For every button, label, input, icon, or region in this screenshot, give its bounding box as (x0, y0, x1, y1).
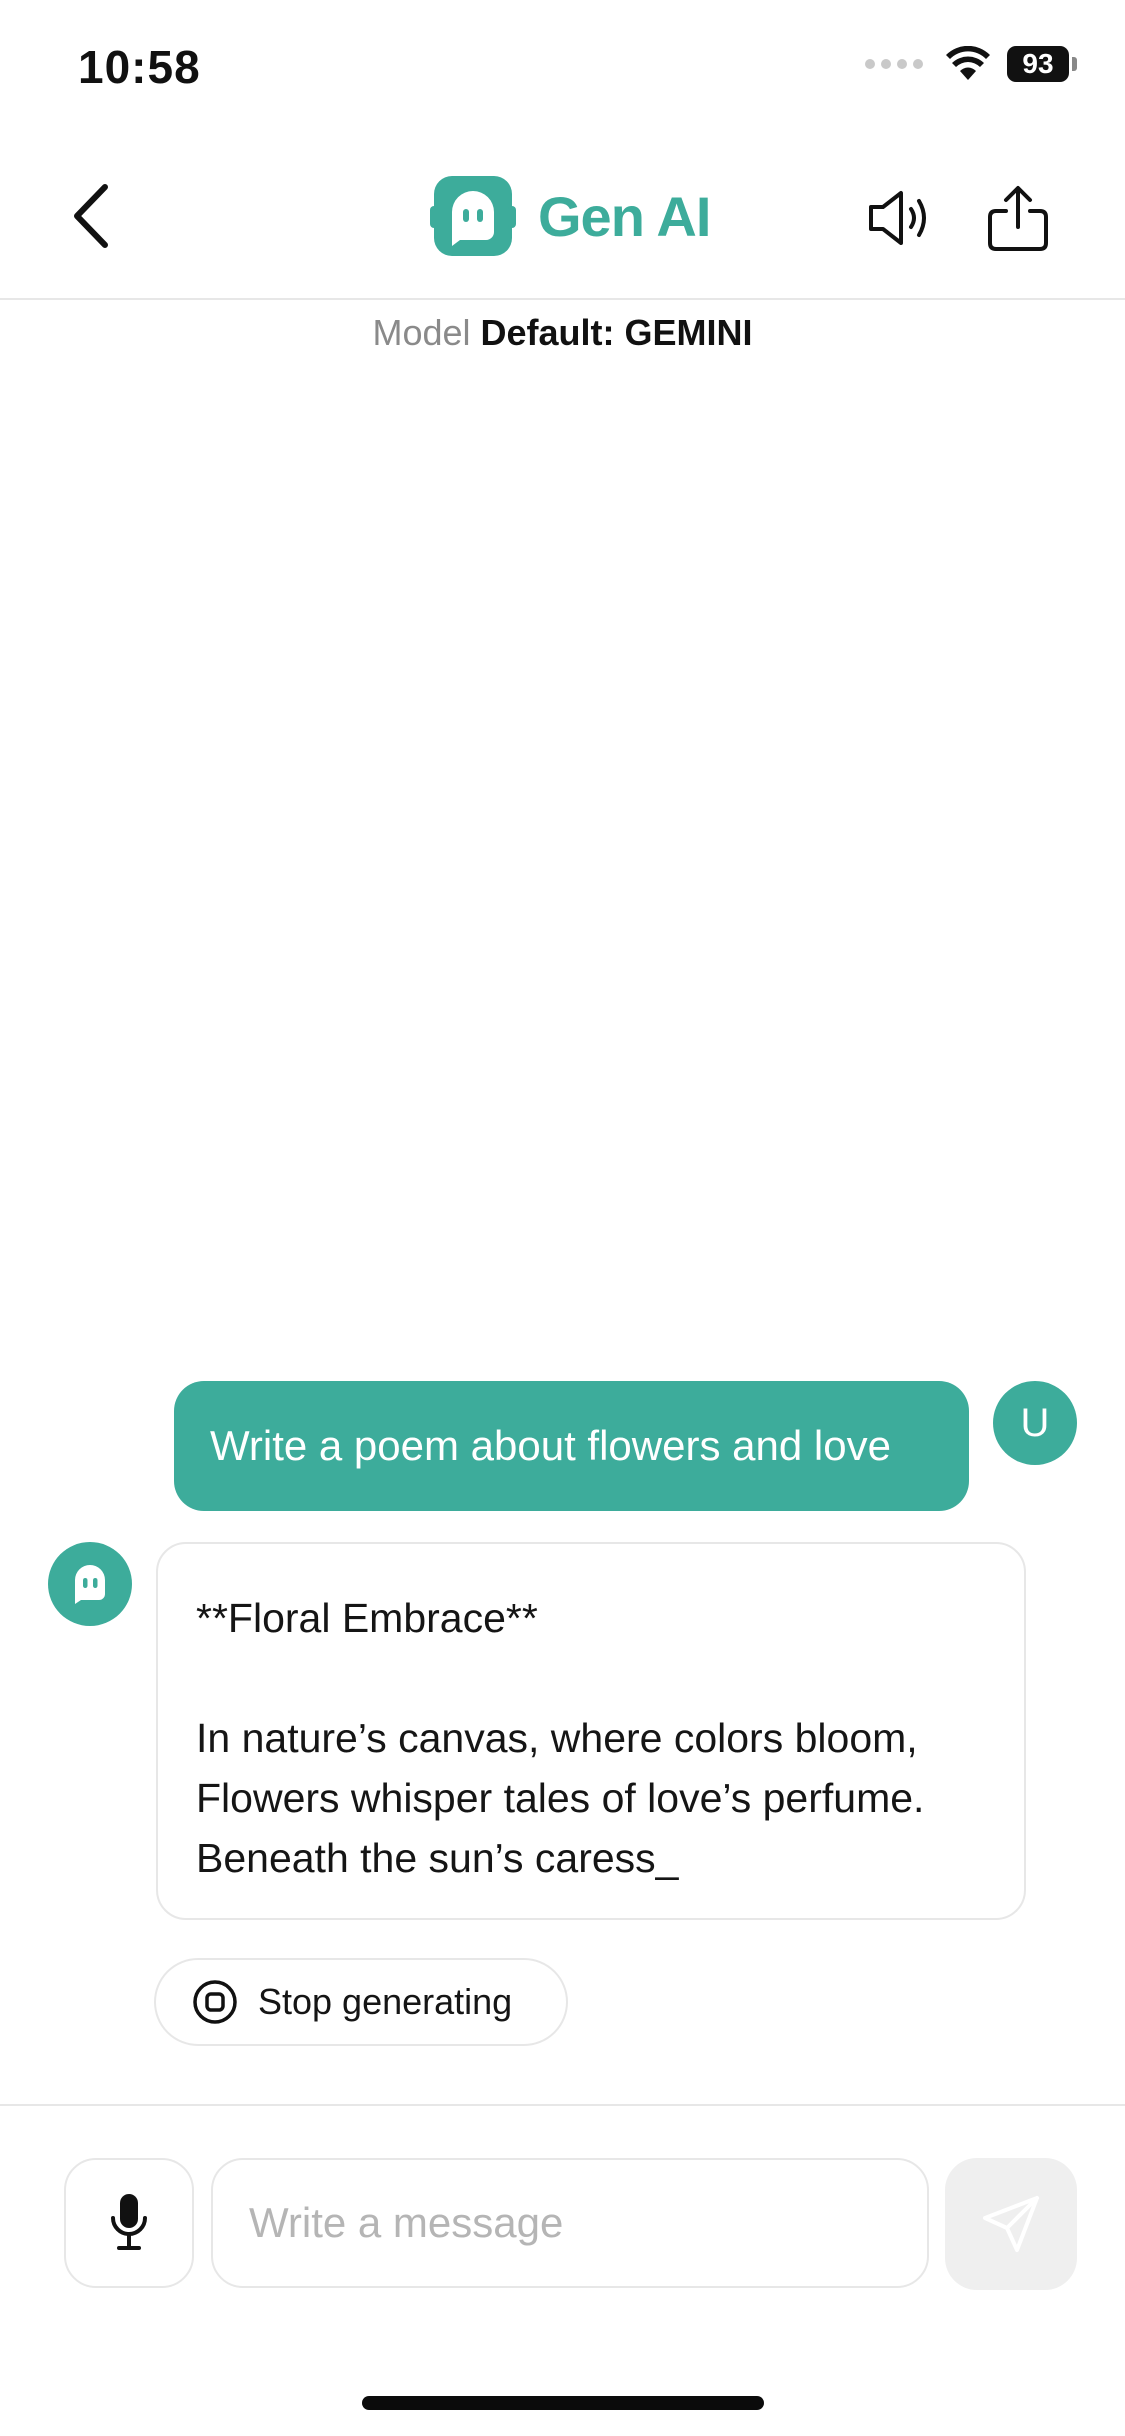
chat-bot-logo-icon (430, 176, 516, 256)
battery-icon: 93 (1007, 46, 1077, 82)
model-value: Default: GEMINI (480, 312, 753, 353)
share-icon (988, 186, 1048, 251)
microphone-button[interactable] (64, 2158, 194, 2288)
bot-message-line: In nature’s canvas, where colors bloom, (196, 1715, 918, 1761)
microphone-icon (111, 2194, 147, 2250)
speaker-button[interactable] (862, 178, 942, 258)
bot-message-bubble: **Floral Embrace** In nature’s canvas, w… (156, 1542, 1026, 1920)
send-icon (983, 2196, 1039, 2252)
model-indicator: Model Default: GEMINI (0, 312, 1125, 354)
status-indicators: 93 (865, 46, 1077, 82)
user-message-bubble: Write a poem about flowers and love (174, 1381, 969, 1511)
stop-circle-icon (193, 1980, 237, 2024)
stop-generating-label: Stop generating (258, 1981, 513, 2022)
wifi-icon (946, 46, 990, 80)
model-label: Model (372, 312, 471, 353)
user-avatar: U (993, 1381, 1077, 1465)
cellular-signal-icon (865, 59, 923, 69)
message-input[interactable] (211, 2158, 929, 2288)
brand-name: Gen AI (538, 184, 711, 248)
status-bar: 10:58 93 (0, 0, 1125, 140)
share-button[interactable] (978, 176, 1058, 260)
speaker-icon (869, 191, 926, 245)
user-message-text: Write a poem about flowers and love (210, 1422, 891, 1469)
stop-generating-button[interactable]: Stop generating (154, 1958, 568, 2046)
chevron-left-icon (74, 184, 108, 248)
bot-message-line: Beneath the sun’s caress_ (196, 1835, 679, 1881)
chat-screen: 10:58 93 Gen AI Model Default: GEMINI Wr… (0, 0, 1125, 2436)
send-button[interactable] (945, 2158, 1077, 2290)
battery-level: 93 (1007, 46, 1069, 82)
app-header: Gen AI (0, 140, 1125, 300)
home-indicator (362, 2396, 764, 2410)
status-time: 10:58 (78, 41, 201, 93)
bot-message-title: **Floral Embrace** (196, 1595, 538, 1641)
message-composer (0, 2104, 1125, 2436)
brand: Gen AI (430, 176, 711, 256)
back-button[interactable] (52, 176, 132, 256)
bot-avatar-icon (48, 1542, 132, 1626)
bot-message-line: Flowers whisper tales of love’s perfume. (196, 1775, 925, 1821)
